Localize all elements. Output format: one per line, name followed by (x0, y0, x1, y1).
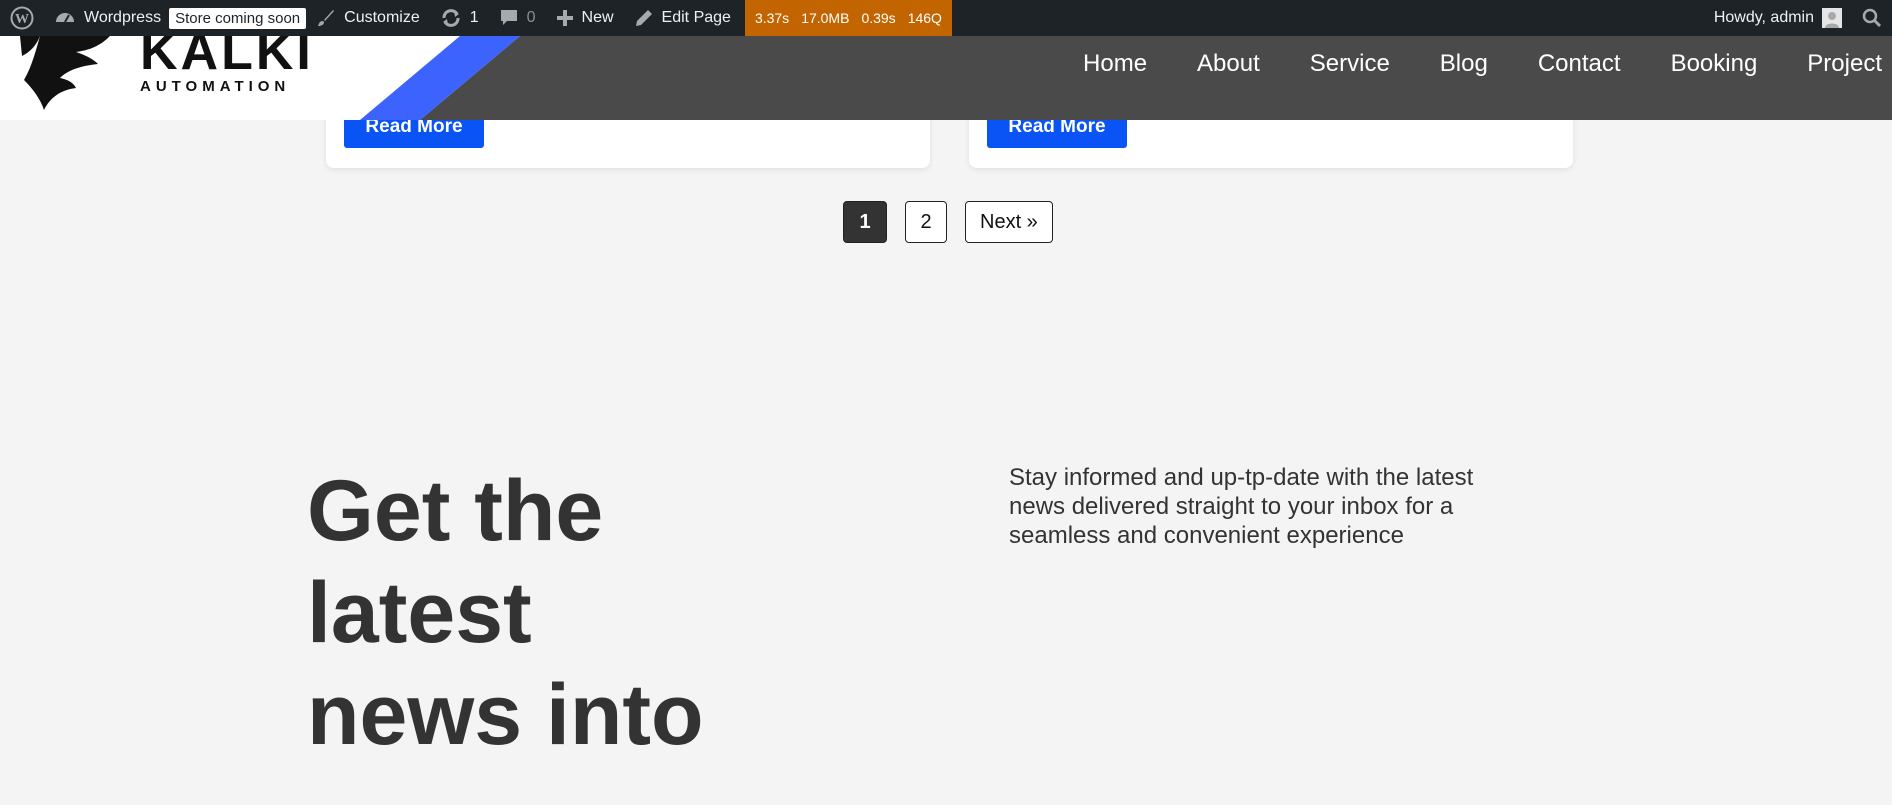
admin-bar: W Wordpress Store coming soon Customize … (0, 0, 1892, 36)
new-content-menu[interactable]: New (546, 0, 624, 36)
nav-booking[interactable]: Booking (1671, 50, 1758, 78)
edit-page-label: Edit Page (661, 9, 731, 26)
logo-bird-icon (20, 36, 110, 110)
pencil-icon (635, 10, 652, 26)
customize-label: Customize (344, 9, 420, 26)
pagination: 1 2 Next » (843, 201, 1053, 243)
greeting: Howdy, admin (1713, 9, 1814, 26)
memory-usage: 17.0MB (801, 10, 850, 26)
query-monitor-stats[interactable]: 3.37s 17.0MB 0.39s 146Q (744, 0, 952, 36)
wp-logo-menu[interactable]: W (0, 0, 44, 36)
svg-text:W: W (15, 12, 29, 27)
dashboard-icon (56, 13, 74, 23)
updates-link[interactable]: 1 (430, 0, 489, 36)
updates-count: 1 (469, 9, 479, 26)
wordpress-icon: W (10, 6, 34, 30)
customize-link[interactable]: Customize (306, 0, 430, 36)
refresh-icon (442, 9, 460, 27)
nav-service[interactable]: Service (1310, 50, 1390, 78)
main-nav: Home About Service Blog Contact Booking … (1083, 36, 1882, 92)
site-name-menu[interactable]: Wordpress (44, 0, 171, 36)
site-header: KALKI AUTOMATION Home About Service Blog… (0, 36, 1892, 120)
admin-search[interactable] (1852, 0, 1892, 36)
edit-page-link[interactable]: Edit Page (624, 0, 741, 36)
comments-count: 0 (526, 9, 536, 26)
newsletter-subtext: Stay informed and up-tp-date with the la… (1009, 464, 1474, 549)
page-gen-time: 3.37s (754, 10, 790, 26)
site-name: Wordpress (84, 9, 162, 26)
logo-subtitle: AUTOMATION (140, 78, 291, 95)
page-2-button[interactable]: 2 (905, 201, 947, 243)
comment-icon (500, 10, 517, 25)
page-1-button[interactable]: 1 (843, 201, 887, 243)
nav-contact[interactable]: Contact (1538, 50, 1621, 78)
user-icon (1822, 8, 1842, 28)
plus-icon (556, 10, 573, 26)
new-label: New (581, 9, 614, 26)
comments-link[interactable]: 0 (489, 0, 546, 36)
my-account-menu[interactable]: Howdy, admin (1704, 0, 1852, 36)
search-icon (1862, 8, 1882, 28)
newsletter-headline: Get the latest news into (307, 463, 704, 763)
brush-icon (318, 10, 335, 26)
nav-home[interactable]: Home (1083, 50, 1147, 78)
nav-project[interactable]: Project (1807, 50, 1882, 78)
store-status-badge[interactable]: Store coming soon (169, 7, 307, 29)
nav-blog[interactable]: Blog (1440, 50, 1488, 78)
query-count: 146Q (907, 10, 942, 26)
nav-about[interactable]: About (1197, 50, 1260, 78)
next-page-button[interactable]: Next » (965, 201, 1053, 243)
query-time: 0.39s (861, 10, 896, 26)
